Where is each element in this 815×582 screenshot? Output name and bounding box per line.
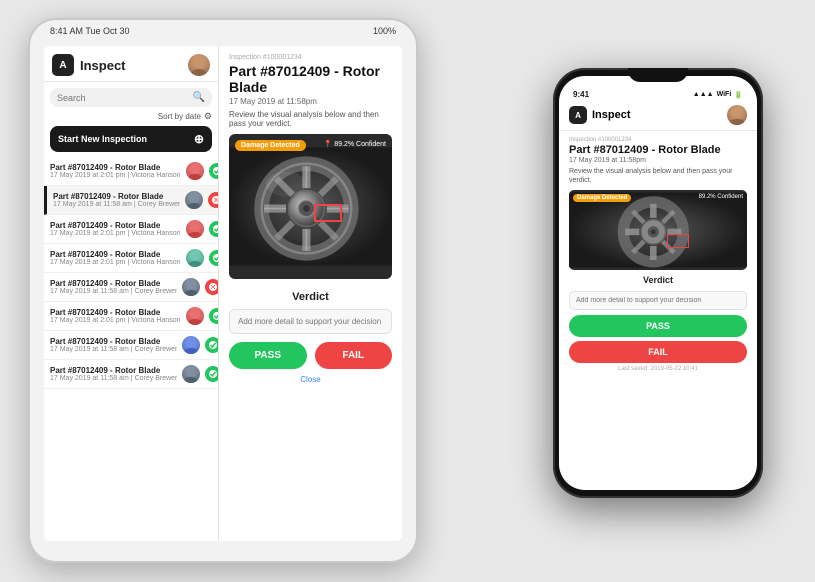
detection-box — [314, 204, 342, 222]
svg-text:✕: ✕ — [210, 285, 216, 292]
review-text: Review the visual analysis below and the… — [229, 110, 392, 128]
phone-header: A Inspect — [559, 102, 757, 131]
sort-bar[interactable]: Sort by date ⚙ — [44, 111, 218, 126]
tablet-battery: 100% — [373, 26, 396, 36]
item-avatar — [185, 191, 203, 209]
item-avatar — [186, 162, 204, 180]
search-icon: 🔍 — [193, 92, 205, 103]
verdict-buttons: PASS FAIL — [229, 342, 392, 369]
tablet-time: 8:41 AM Tue Oct 30 — [50, 26, 130, 36]
phone-footer: Last saved: 2019-05-22 10:41 — [569, 363, 747, 375]
list-item[interactable]: Part #87012409 - Rotor Blade 17 May 2019… — [44, 186, 218, 215]
search-bar[interactable]: 🔍 — [50, 88, 212, 107]
user-avatar[interactable] — [188, 54, 210, 76]
fail-button[interactable]: FAIL — [315, 342, 393, 369]
phone-time: 9:41 — [573, 90, 589, 99]
tablet-status-bar: 8:41 AM Tue Oct 30 100% — [28, 26, 418, 36]
app-header: A Inspect — [44, 46, 218, 82]
item-avatar — [186, 249, 204, 267]
phone: 9:41 ▲▲▲ WiFi 🔋 A Inspect Inspection #10… — [553, 68, 763, 498]
detail-panel: Inspection #100001234 Part #87012409 - R… — [219, 46, 402, 541]
status-indicator — [209, 308, 219, 324]
verdict-label: Verdict — [229, 291, 392, 303]
phone-analysis-image: Damage Detected 89.2% Confident — [569, 190, 747, 270]
status-indicator — [209, 221, 219, 237]
scene: 8:41 AM Tue Oct 30 100% A Inspect — [0, 0, 815, 582]
start-inspection-button[interactable]: Start New Inspection ⊕ — [50, 126, 212, 152]
phone-inspection-id: Inspection #100001234 — [569, 137, 747, 143]
phone-confidence: 89.2% Confident — [699, 194, 743, 200]
verdict-section: Verdict PASS FAIL — [229, 291, 392, 369]
item-avatar — [182, 336, 200, 354]
status-indicator — [209, 163, 219, 179]
phone-content: Inspection #100001234 Part #87012409 - R… — [559, 131, 757, 490]
list-item[interactable]: Part #87012409 - Rotor Blade 17 May 2019… — [44, 157, 218, 186]
phone-verdict-buttons: PASS FAIL — [569, 315, 747, 363]
phone-part-title: Part #87012409 - Rotor Blade — [569, 144, 747, 156]
list-item[interactable]: Part #87012409 - Rotor Blade 17 May 2019… — [44, 273, 218, 302]
confidence-badge: 📍 89.2% Confident — [324, 140, 386, 148]
item-avatar — [186, 307, 204, 325]
pin-icon: 📍 — [324, 140, 333, 148]
list-item[interactable]: Part #87012409 - Rotor Blade 17 May 2019… — [44, 215, 218, 244]
wifi-icon: WiFi — [717, 91, 732, 98]
status-indicator — [205, 337, 218, 353]
phone-verdict-input[interactable] — [569, 291, 747, 310]
phone-pass-button[interactable]: PASS — [569, 315, 747, 337]
close-link[interactable]: Close — [229, 375, 392, 384]
app-title: Inspect — [80, 58, 182, 73]
part-title: Part #87012409 - Rotor Blade — [229, 63, 392, 95]
part-date: 17 May 2019 at 11:58pm — [229, 97, 392, 106]
inspection-id: Inspection #100001234 — [229, 54, 392, 61]
pass-button[interactable]: PASS — [229, 342, 307, 369]
item-avatar — [182, 278, 200, 296]
tablet: 8:41 AM Tue Oct 30 100% A Inspect — [28, 18, 418, 563]
list-item[interactable]: Part #87012409 - Rotor Blade 17 May 2019… — [44, 244, 218, 273]
phone-part-date: 17 May 2019 at 11:58pm — [569, 157, 747, 164]
list-item[interactable]: Part #87012409 - Rotor Blade 17 May 2019… — [44, 331, 218, 360]
status-indicator — [205, 366, 218, 382]
tablet-screen: A Inspect 🔍 Sort by date — [44, 46, 402, 541]
item-avatar — [182, 365, 200, 383]
sort-icon: ⚙ — [204, 111, 212, 122]
phone-app-logo: A — [569, 106, 587, 124]
phone-screen: 9:41 ▲▲▲ WiFi 🔋 A Inspect Inspection #10… — [559, 76, 757, 490]
svg-text:✕: ✕ — [213, 198, 218, 205]
status-indicator: ✕ — [205, 279, 218, 295]
signal-icon: ▲▲▲ — [693, 91, 714, 98]
phone-fail-button[interactable]: FAIL — [569, 341, 747, 363]
inspection-list: Part #87012409 - Rotor Blade 17 May 2019… — [44, 157, 218, 541]
phone-verdict-section: Verdict PASS FAIL — [569, 275, 747, 363]
analysis-image: Damage Detected 📍 89.2% Confident — [229, 134, 392, 279]
phone-user-avatar[interactable] — [727, 105, 747, 125]
phone-damage-badge: Damage Detected — [573, 194, 631, 202]
search-input[interactable] — [57, 93, 189, 103]
battery-icon: 🔋 — [734, 91, 743, 99]
list-item[interactable]: Part #87012409 - Rotor Blade 17 May 2019… — [44, 302, 218, 331]
damage-badge: Damage Detected — [235, 140, 306, 151]
add-icon: ⊕ — [194, 132, 204, 146]
phone-verdict-label: Verdict — [569, 275, 747, 285]
verdict-input[interactable] — [229, 309, 392, 334]
phone-app-title: Inspect — [592, 109, 722, 121]
list-item[interactable]: Part #87012409 - Rotor Blade 17 May 2019… — [44, 360, 218, 389]
status-indicator: ✕ — [208, 192, 218, 208]
phone-detection-box — [667, 234, 689, 248]
item-avatar — [186, 220, 204, 238]
app-logo: A — [52, 54, 74, 76]
phone-review-text: Review the visual analysis below and the… — [569, 167, 747, 185]
sort-label: Sort by date — [158, 112, 201, 121]
left-panel: A Inspect 🔍 Sort by date — [44, 46, 219, 541]
phone-notch — [628, 68, 688, 82]
status-indicator — [209, 250, 219, 266]
